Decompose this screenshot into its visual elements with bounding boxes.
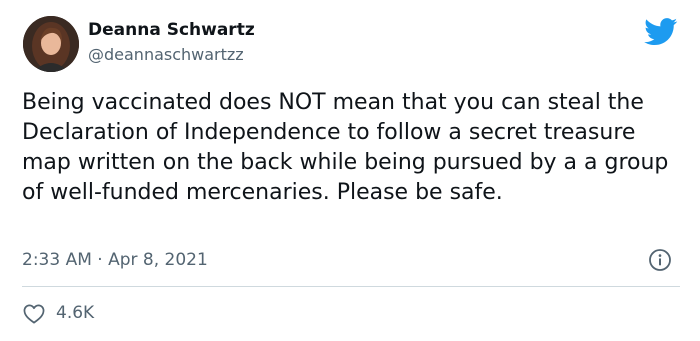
user-handle[interactable]: @deannaschwartzz [88,45,244,64]
twitter-bird-icon[interactable] [644,18,678,46]
avatar[interactable] [23,16,79,72]
tweet-card: Deanna Schwartz @deannaschwartzz Being v… [0,0,700,341]
tweet-text: Being vaccinated does NOT mean that you … [22,90,669,205]
display-name[interactable]: Deanna Schwartz [88,20,255,40]
info-icon[interactable] [648,248,672,272]
heart-icon[interactable] [23,304,45,324]
tweet-timestamp[interactable]: 2:33 AM · Apr 8, 2021 [22,250,208,270]
like-count[interactable]: 4.6K [56,303,94,323]
avatar-portrait [23,16,79,72]
divider [22,286,680,287]
